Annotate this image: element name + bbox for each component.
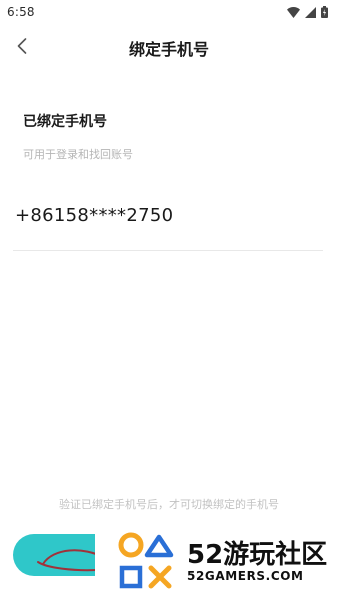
bound-phone-subtitle: 可用于登录和找回账号 xyxy=(23,148,133,161)
wifi-icon xyxy=(287,6,300,18)
bound-phone-number: +86158****2750 xyxy=(15,205,174,226)
nav-bar: 绑定手机号 xyxy=(0,24,338,72)
battery-icon xyxy=(321,6,328,18)
divider xyxy=(13,250,323,251)
page-title: 绑定手机号 xyxy=(128,40,209,59)
switch-phone-hint: 验证已绑定手机号后，才可切换绑定的手机号 xyxy=(59,498,279,511)
status-time: 6:58 xyxy=(7,5,35,19)
watermark-name: 52游玩社区 xyxy=(187,540,328,570)
status-icons xyxy=(287,6,328,18)
status-bar: 6:58 xyxy=(0,0,338,24)
signal-icon xyxy=(305,6,316,18)
site-watermark: 52游玩社区 52GAMERS.COM xyxy=(95,518,338,600)
watermark-domain: 52GAMERS.COM xyxy=(187,569,304,583)
gamers-logo-icon xyxy=(115,528,185,598)
bound-phone-title: 已绑定手机号 xyxy=(23,114,107,130)
